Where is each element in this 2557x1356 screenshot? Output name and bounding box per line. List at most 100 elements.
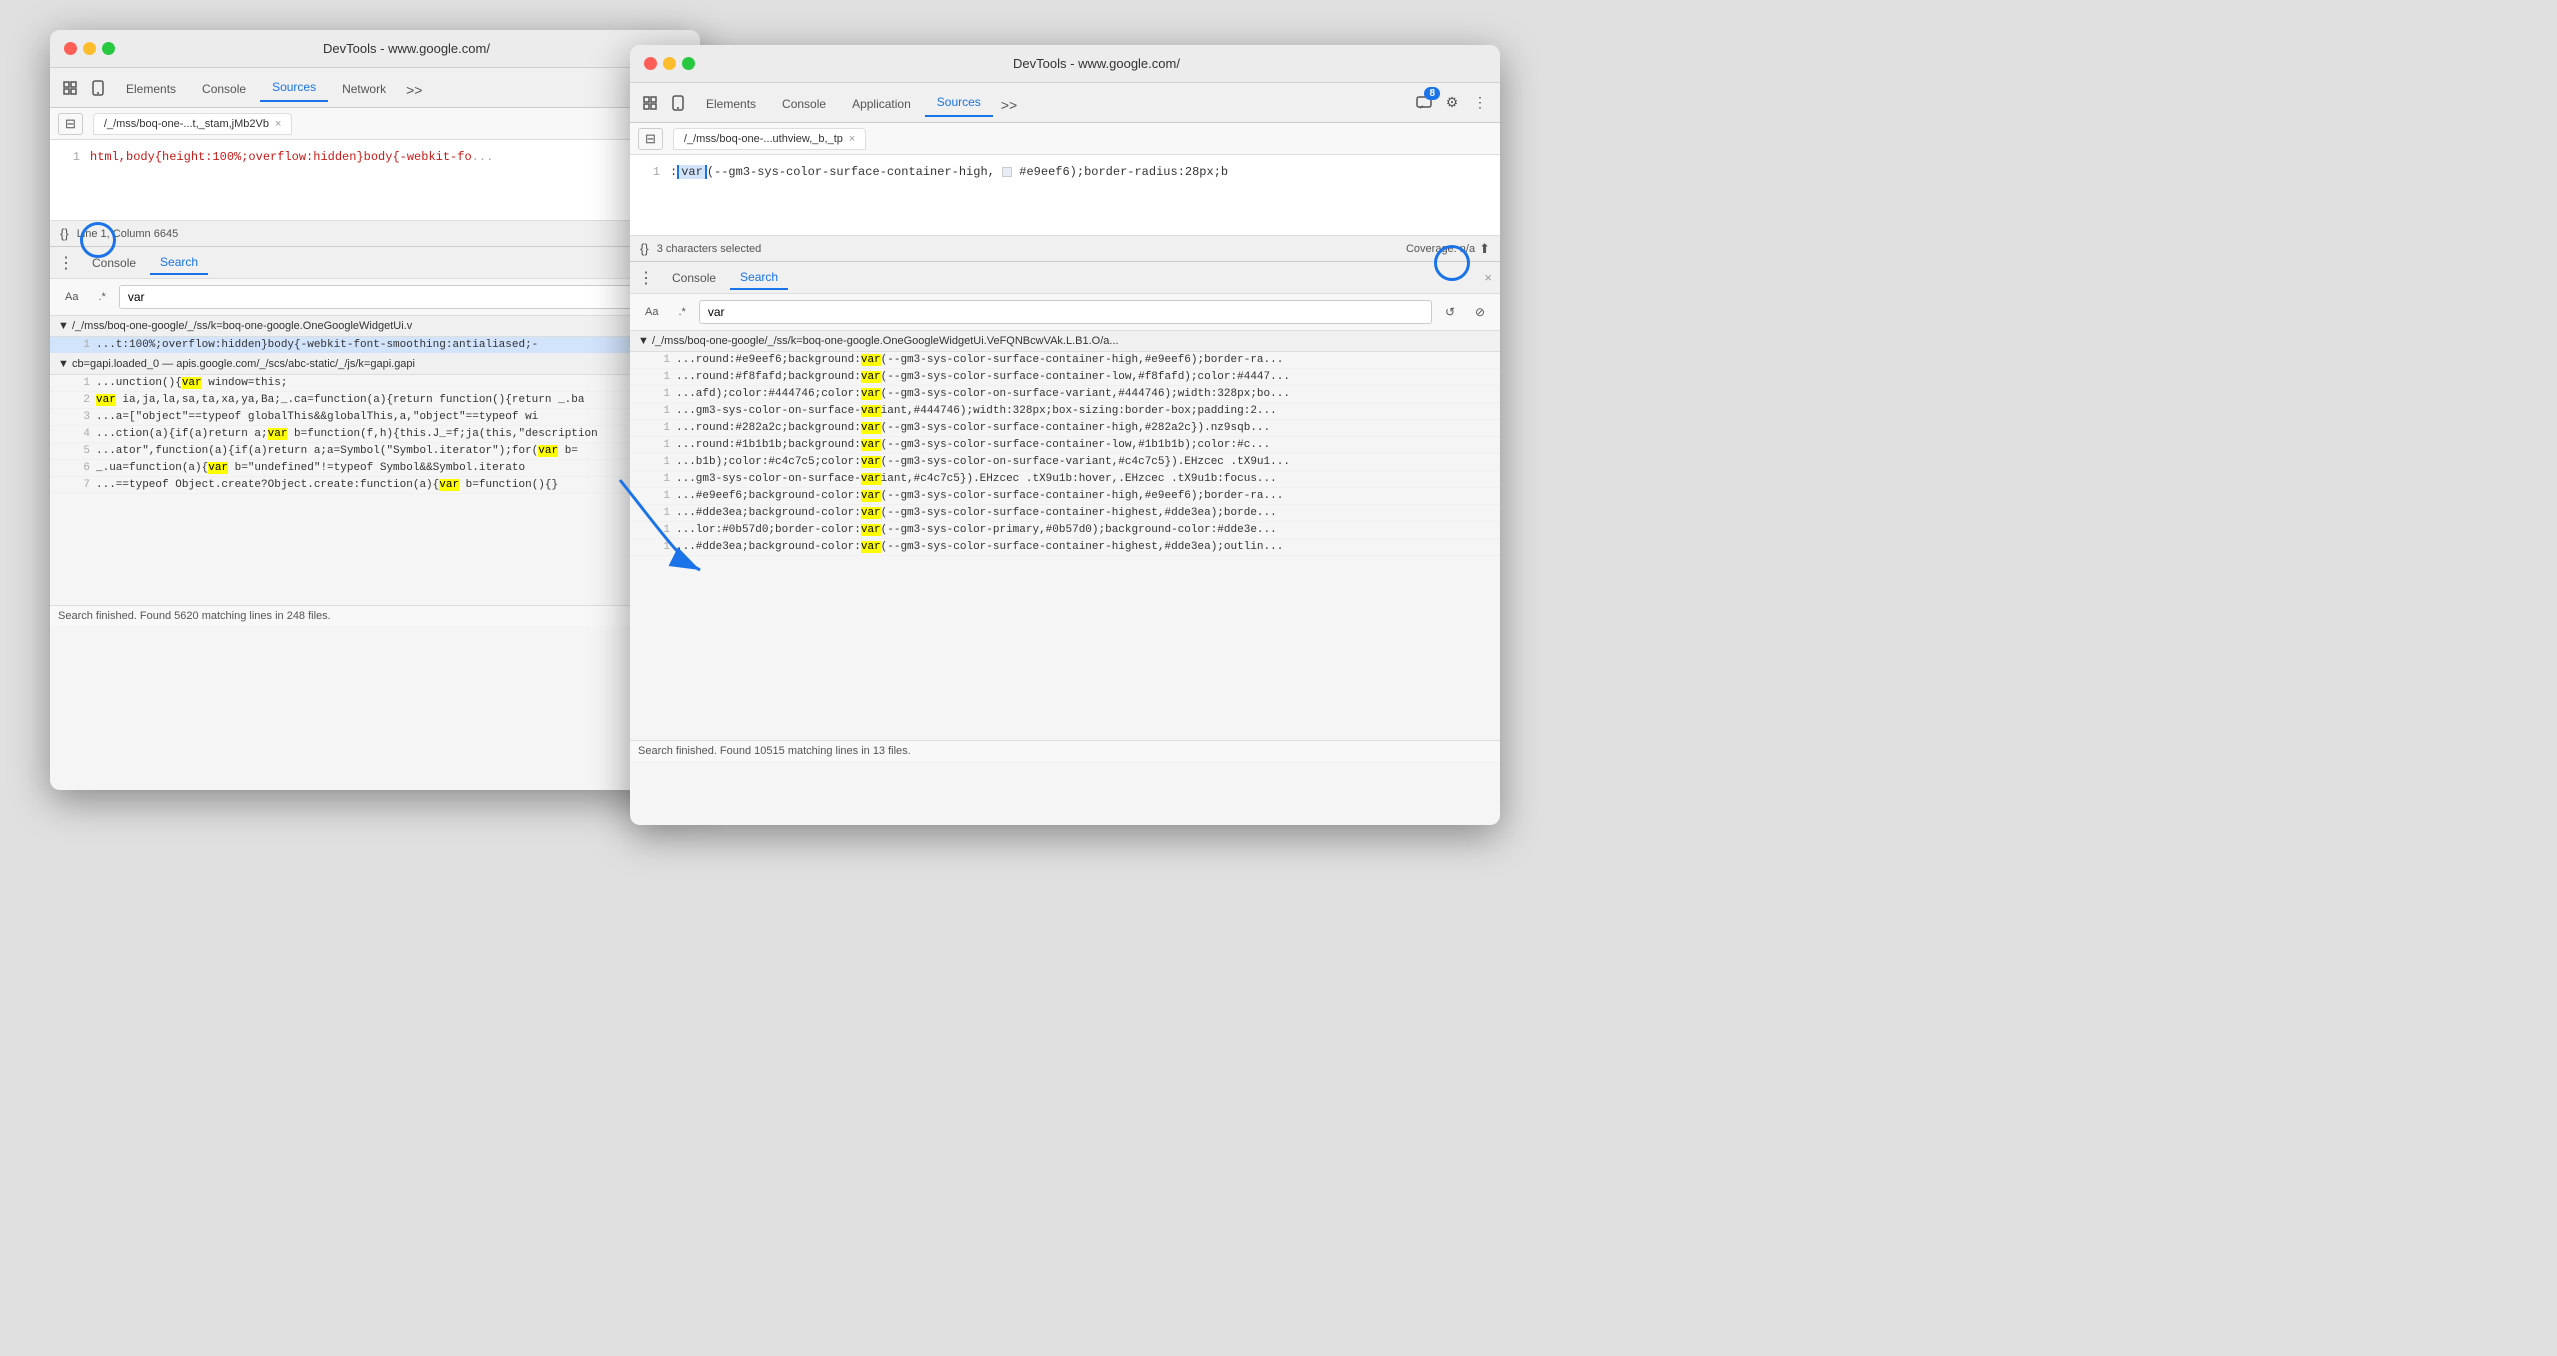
right-window-title: DevTools - www.google.com/ bbox=[707, 56, 1486, 71]
right-result-text-1: ...round:#e9eef6;background:var(--gm3-sy… bbox=[676, 354, 1492, 366]
right-result-line-4[interactable]: 1 ...gm3-sys-color-on-surface-variant,#4… bbox=[630, 403, 1500, 420]
right-tab-elements[interactable]: Elements bbox=[694, 91, 768, 117]
right-result-line-2[interactable]: 1 ...round:#f8fafd;background:var(--gm3-… bbox=[630, 369, 1500, 386]
right-result-num-10: 1 bbox=[650, 507, 670, 519]
left-more-tabs[interactable]: >> bbox=[400, 78, 428, 102]
right-minimize-button[interactable] bbox=[663, 57, 676, 70]
right-coverage-icon[interactable]: ⬆ bbox=[1479, 241, 1490, 257]
right-result-line-8[interactable]: 1 ...gm3-sys-color-on-surface-variant,#c… bbox=[630, 471, 1500, 488]
right-result-line-6[interactable]: 1 ...round:#1b1b1b;background:var(--gm3-… bbox=[630, 437, 1500, 454]
left-devtools-window: DevTools - www.google.com/ Elements Cons… bbox=[50, 30, 700, 790]
left-result-text-2-4: ...ction(a){if(a)return a;var b=function… bbox=[96, 428, 692, 440]
left-result-text-2-3: ...a=["object"==typeof globalThis&&globa… bbox=[96, 411, 692, 423]
right-close-button[interactable] bbox=[644, 57, 657, 70]
right-ellipsis-icon[interactable]: ⋮ bbox=[1468, 91, 1492, 115]
right-sidebar-toggle[interactable]: ⊟ bbox=[638, 128, 663, 150]
right-search-bar: Aa .* ↺ ⊘ bbox=[630, 294, 1500, 331]
right-result-line-9[interactable]: 1 ...#e9eef6;background-color:var(--gm3-… bbox=[630, 488, 1500, 505]
right-file-tab[interactable]: /_/mss/boq-one-...uthview,_b,_tp × bbox=[673, 128, 866, 150]
right-coverage-label: Coverage: n/a bbox=[1406, 243, 1475, 255]
left-tab-network[interactable]: Network bbox=[330, 76, 398, 102]
left-result-line-2-4[interactable]: 4 ...ction(a){if(a)return a;var b=functi… bbox=[50, 426, 700, 443]
left-result-line-2-6[interactable]: 6 _.ua=function(a){var b="undefined"!=ty… bbox=[50, 460, 700, 477]
right-result-line-1[interactable]: 1 ...round:#e9eef6;background:var(--gm3-… bbox=[630, 352, 1500, 369]
left-result-file-1[interactable]: ▼ /_/mss/boq-one-google/_/ss/k=boq-one-g… bbox=[50, 316, 700, 337]
left-result-num-2-6: 6 bbox=[70, 462, 90, 474]
right-panel-tab-search[interactable]: Search bbox=[730, 266, 788, 290]
left-file-tab-close[interactable]: × bbox=[275, 118, 281, 130]
left-result-line-2-5[interactable]: 5 ...ator",function(a){if(a)return a;a=S… bbox=[50, 443, 700, 460]
left-result-line-1[interactable]: 1 ...t:100%;overflow:hidden}body{-webkit… bbox=[50, 337, 700, 354]
left-result-line-2-1[interactable]: 1 ...unction(){var window=this; bbox=[50, 375, 700, 392]
right-search-input[interactable] bbox=[699, 300, 1432, 324]
right-result-file-1[interactable]: ▼ /_/mss/boq-one-google/_/ss/k=boq-one-g… bbox=[630, 331, 1500, 352]
left-cursor-icon[interactable] bbox=[58, 76, 82, 100]
left-result-line-2-7[interactable]: 7 ...==typeof Object.create?Object.creat… bbox=[50, 477, 700, 494]
right-more-tabs[interactable]: >> bbox=[995, 93, 1023, 117]
right-result-text-9: ...#e9eef6;background-color:var(--gm3-sy… bbox=[676, 490, 1492, 502]
right-cursor-icon[interactable] bbox=[638, 91, 662, 115]
left-search-case-toggle[interactable]: Aa bbox=[58, 288, 85, 306]
right-file-tab-bar: ⊟ /_/mss/boq-one-...uthview,_b,_tp × bbox=[630, 123, 1500, 155]
left-result-num-2-4: 4 bbox=[70, 428, 90, 440]
right-toolbar: Elements Console Application Sources >> … bbox=[630, 83, 1500, 123]
left-file-tab[interactable]: /_/mss/boq-one-...t,_stam,jMb2Vb × bbox=[93, 113, 293, 135]
left-code-view: 1 html,body{height:100%;overflow:hidden}… bbox=[50, 140, 700, 220]
left-panel-tab-console[interactable]: Console bbox=[82, 252, 146, 274]
right-tab-application[interactable]: Application bbox=[840, 91, 923, 117]
left-tab-sources[interactable]: Sources bbox=[260, 74, 328, 102]
right-panel-close[interactable]: × bbox=[1484, 270, 1492, 285]
left-result-line-2-2[interactable]: 2 var ia,ja,la,sa,ta,xa,ya,Ba;_.ca=funct… bbox=[50, 392, 700, 409]
right-toolbar-right: 8 ⚙ ⋮ bbox=[1412, 91, 1492, 115]
right-maximize-button[interactable] bbox=[682, 57, 695, 70]
right-chat-icon[interactable]: 8 bbox=[1412, 91, 1436, 115]
right-result-line-7[interactable]: 1 ...b1b);color:#c4c7c5;color:var(--gm3-… bbox=[630, 454, 1500, 471]
right-result-num-11: 1 bbox=[650, 524, 670, 536]
right-result-num-8: 1 bbox=[650, 473, 670, 485]
left-tab-bar: Elements Console Sources Network >> bbox=[114, 74, 692, 102]
right-panel-menu-icon[interactable]: ⋮ bbox=[638, 268, 654, 288]
right-result-line-12[interactable]: 1 ...#dde3ea;background-color:var(--gm3-… bbox=[630, 539, 1500, 556]
left-tab-elements[interactable]: Elements bbox=[114, 76, 188, 102]
right-panel-tab-console[interactable]: Console bbox=[662, 267, 726, 289]
left-window-title: DevTools - www.google.com/ bbox=[127, 41, 686, 56]
right-gear-icon[interactable]: ⚙ bbox=[1440, 91, 1464, 115]
left-maximize-button[interactable] bbox=[102, 42, 115, 55]
left-panel-menu-icon[interactable]: ⋮ bbox=[58, 253, 74, 273]
right-result-line-10[interactable]: 1 ...#dde3ea;background-color:var(--gm3-… bbox=[630, 505, 1500, 522]
left-sidebar-toggle[interactable]: ⊟ bbox=[58, 113, 83, 135]
left-tab-console[interactable]: Console bbox=[190, 76, 258, 102]
right-search-regex-toggle[interactable]: .* bbox=[671, 303, 692, 321]
left-search-input[interactable] bbox=[119, 285, 632, 309]
right-tab-console[interactable]: Console bbox=[770, 91, 838, 117]
right-tab-sources[interactable]: Sources bbox=[925, 89, 993, 117]
right-result-line-11[interactable]: 1 ...lor:#0b57d0;border-color:var(--gm3-… bbox=[630, 522, 1500, 539]
right-result-line-5[interactable]: 1 ...round:#282a2c;background:var(--gm3-… bbox=[630, 420, 1500, 437]
left-device-icon[interactable] bbox=[86, 76, 110, 100]
left-panel-tab-search[interactable]: Search bbox=[150, 251, 208, 275]
left-result-text-2-2: var ia,ja,la,sa,ta,xa,ya,Ba;_.ca=functio… bbox=[96, 394, 692, 406]
left-title-bar: DevTools - www.google.com/ bbox=[50, 30, 700, 68]
right-title-bar: DevTools - www.google.com/ bbox=[630, 45, 1500, 83]
right-devtools-window: DevTools - www.google.com/ Elements Cons… bbox=[630, 45, 1500, 825]
left-position-status: Line 1, Column 6645 bbox=[77, 228, 179, 240]
left-result-num-2-5: 5 bbox=[70, 445, 90, 457]
right-search-panel: Aa .* ↺ ⊘ ▼ /_/mss/boq-one-google/_/ss/k… bbox=[630, 294, 1500, 761]
left-close-button[interactable] bbox=[64, 42, 77, 55]
left-result-num-1: 1 bbox=[70, 339, 90, 351]
left-search-regex-toggle[interactable]: .* bbox=[91, 288, 112, 306]
right-search-refresh-btn[interactable]: ↺ bbox=[1438, 300, 1462, 324]
right-device-icon[interactable] bbox=[666, 91, 690, 115]
right-result-num-9: 1 bbox=[650, 490, 670, 502]
right-search-case-toggle[interactable]: Aa bbox=[638, 303, 665, 321]
right-file-tab-close[interactable]: × bbox=[849, 133, 855, 145]
left-result-line-2-3[interactable]: 3 ...a=["object"==typeof globalThis&&glo… bbox=[50, 409, 700, 426]
right-traffic-lights bbox=[644, 57, 695, 70]
right-search-clear-btn[interactable]: ⊘ bbox=[1468, 300, 1492, 324]
right-braces-icon[interactable]: {} bbox=[640, 241, 649, 256]
right-result-num-3: 1 bbox=[650, 388, 670, 400]
left-braces-icon[interactable]: {} bbox=[60, 226, 69, 241]
left-result-file-2[interactable]: ▼ cb=gapi.loaded_0 — apis.google.com/_/s… bbox=[50, 354, 700, 375]
right-result-line-3[interactable]: 1 ...afd);color:#444746;color:var(--gm3-… bbox=[630, 386, 1500, 403]
left-minimize-button[interactable] bbox=[83, 42, 96, 55]
